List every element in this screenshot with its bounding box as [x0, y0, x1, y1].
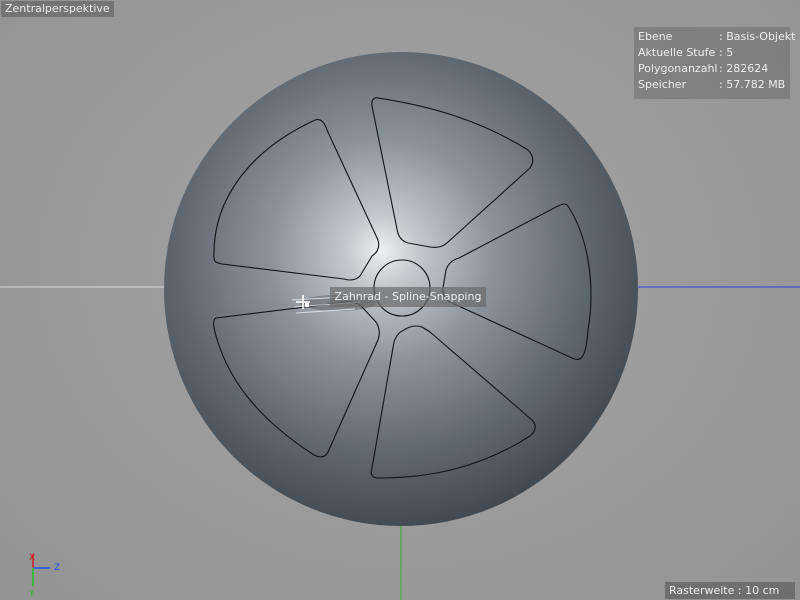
hud-row-speicher: Speicher : 57.782 MB	[638, 77, 788, 93]
axis-y-label: Y	[28, 589, 35, 598]
hud-row-polygone: Polygonanzahl : 282624	[638, 61, 788, 77]
axis-z-label: Z	[54, 563, 60, 573]
grid-spacing-label: Rasterweite : 10 cm	[665, 582, 795, 599]
axis-x-label: X	[29, 553, 35, 563]
hud-key: Speicher	[638, 78, 687, 91]
object-info-hud: Ebene : Basis-Objekt Aktuelle Stufe : 5 …	[634, 27, 795, 99]
hud-key: Polygonanzahl	[638, 62, 718, 75]
hud-key: Ebene	[638, 30, 673, 43]
hud-row-stufe: Aktuelle Stufe : 5	[638, 45, 788, 61]
hud-key: Aktuelle Stufe	[638, 46, 716, 59]
snapping-tooltip: Zahnrad - Spline-Snapping	[330, 287, 486, 307]
hud-value: : 5	[719, 46, 734, 59]
3d-viewport[interactable]: Zentralperspektive Ebene : Basis-Objekt …	[0, 0, 800, 600]
hud-value: : 57.782 MB	[719, 78, 786, 91]
viewport-title[interactable]: Zentralperspektive	[1, 1, 114, 17]
hud-value: : Basis-Objekt	[719, 30, 796, 43]
hud-value: : 282624	[719, 62, 769, 75]
hud-row-ebene: Ebene : Basis-Objekt	[638, 29, 795, 45]
axis-gizmo: X Z Y	[28, 553, 60, 598]
